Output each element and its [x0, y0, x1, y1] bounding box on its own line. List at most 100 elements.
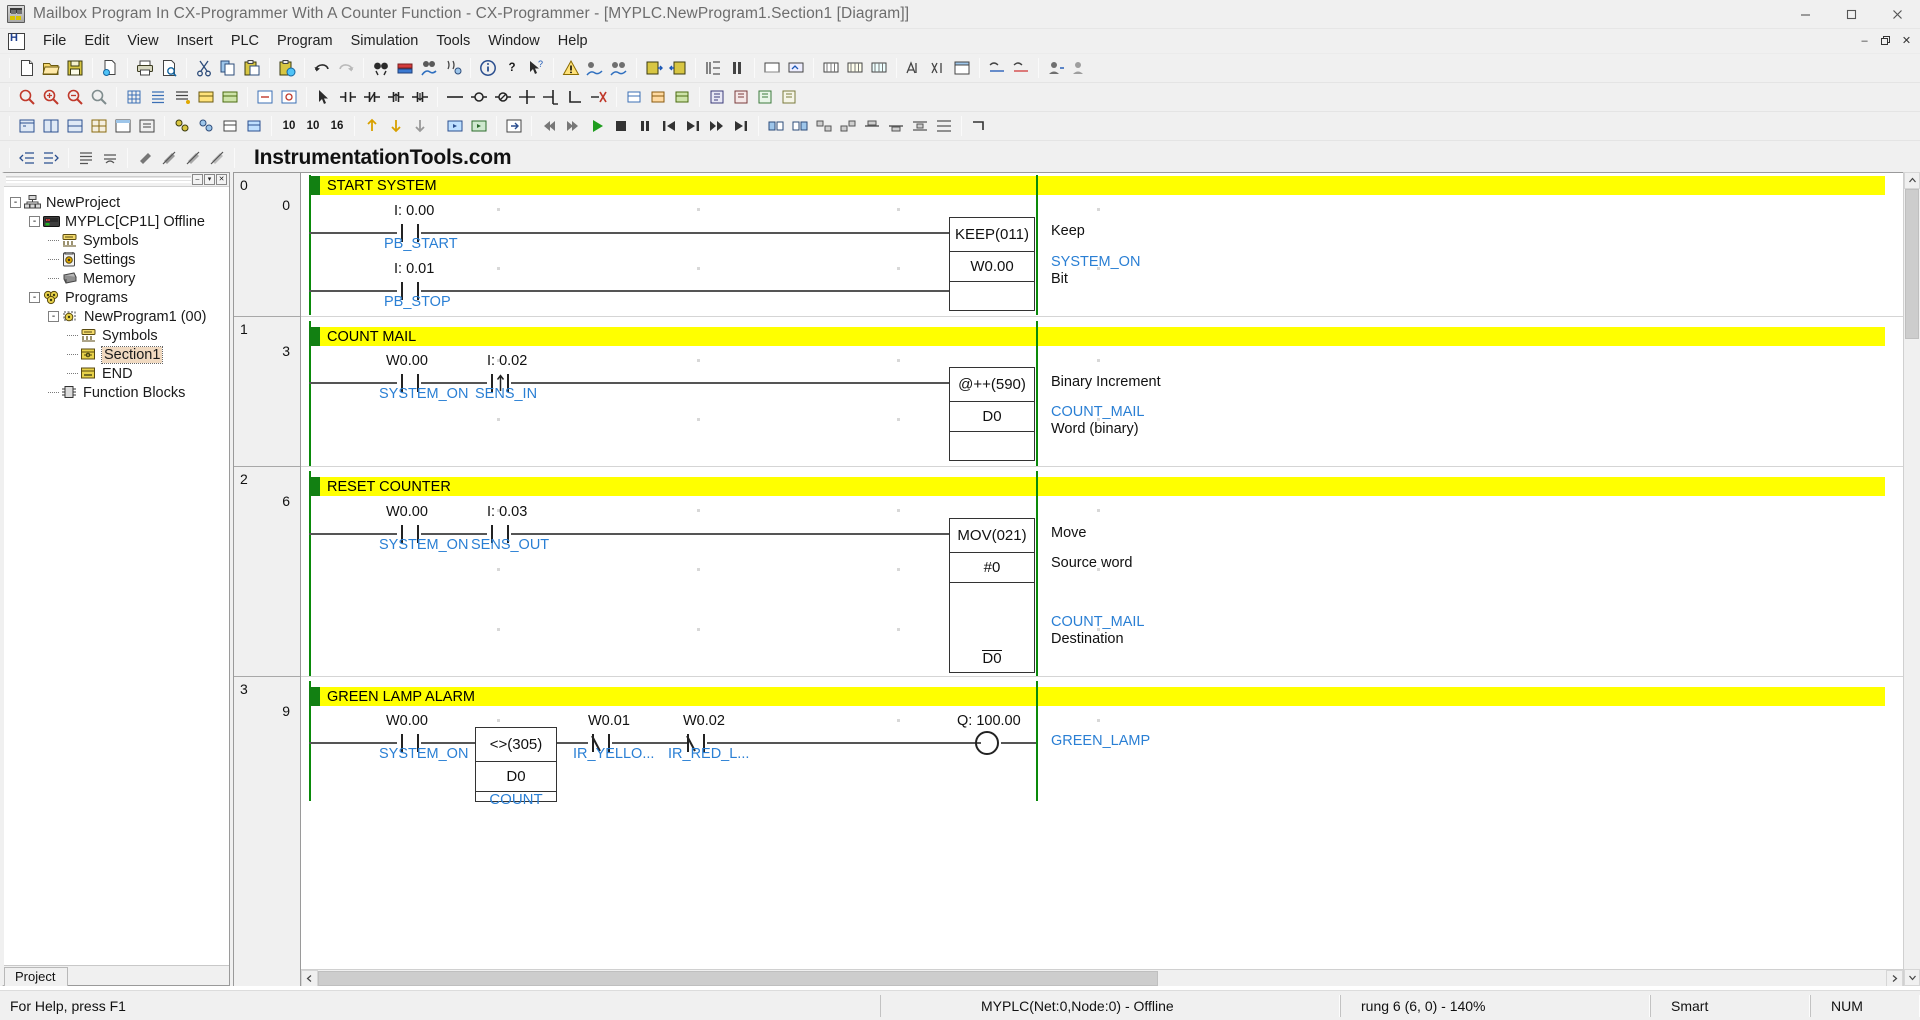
- menu-item-plc[interactable]: PLC: [222, 30, 268, 52]
- align-list-icon[interactable]: [74, 146, 98, 170]
- paste-special-icon[interactable]: [275, 56, 299, 80]
- horizontal-scroll-thumb[interactable]: [318, 970, 1158, 986]
- tree-node-settings[interactable]: Settings: [10, 250, 229, 269]
- menu-item-file[interactable]: File: [34, 30, 75, 52]
- select-icon[interactable]: [312, 85, 336, 109]
- run-icon[interactable]: [585, 114, 609, 138]
- view3-icon[interactable]: [63, 114, 87, 138]
- close-button[interactable]: [1874, 0, 1920, 29]
- dec-icon[interactable]: 10: [277, 114, 301, 138]
- expander-icon[interactable]: -: [29, 216, 40, 227]
- fb4-icon[interactable]: [777, 85, 801, 109]
- rung-comment-bar[interactable]: COUNT MAIL: [309, 327, 1885, 346]
- tree-node-newprogram1[interactable]: - NewProgram1 (00): [10, 307, 229, 326]
- ladder-canvas[interactable]: START SYSTEM I: 0.00 PB_START I: 0.01 PB…: [301, 172, 1903, 986]
- monitor2-icon[interactable]: [784, 56, 808, 80]
- list2-icon[interactable]: [170, 85, 194, 109]
- rung-comment-bar[interactable]: RESET COUNTER: [309, 477, 1885, 496]
- tab-project[interactable]: Project: [4, 967, 69, 986]
- vline2-icon[interactable]: [539, 85, 563, 109]
- prop3-icon[interactable]: [218, 114, 242, 138]
- menu-item-edit[interactable]: Edit: [75, 30, 118, 52]
- vertical-scroll-track[interactable]: [1904, 189, 1920, 969]
- tree-node-newproject[interactable]: - NewProject: [10, 193, 229, 212]
- mdi-minimize-button[interactable]: –: [1855, 31, 1874, 50]
- menu-item-program[interactable]: Program: [268, 30, 342, 52]
- menu-item-view[interactable]: View: [118, 30, 167, 52]
- corner-icon[interactable]: [563, 85, 587, 109]
- view4-icon[interactable]: [87, 114, 111, 138]
- hexa-icon[interactable]: 10: [301, 114, 325, 138]
- pause2-icon[interactable]: [633, 114, 657, 138]
- sim2-icon[interactable]: [467, 114, 491, 138]
- redo-icon[interactable]: [334, 56, 358, 80]
- info-icon[interactable]: [476, 56, 500, 80]
- zoom-fit-icon[interactable]: [87, 85, 111, 109]
- fb3-icon[interactable]: [753, 85, 777, 109]
- block1-icon[interactable]: [622, 85, 646, 109]
- fb1-icon[interactable]: [705, 85, 729, 109]
- horizontal-scrollbar[interactable]: [301, 969, 1903, 986]
- pin4-icon[interactable]: [205, 146, 229, 170]
- prop1-icon[interactable]: [170, 114, 194, 138]
- list-icon[interactable]: [146, 85, 170, 109]
- expander-icon[interactable]: -: [48, 311, 59, 322]
- online-sim-icon[interactable]: [607, 56, 631, 80]
- rung-comment-bar[interactable]: GREEN LAMP ALARM: [309, 687, 1885, 706]
- expander-icon[interactable]: -: [29, 292, 40, 303]
- minimize-button[interactable]: [1782, 0, 1828, 29]
- prev-icon[interactable]: [657, 114, 681, 138]
- user-icon[interactable]: [1044, 56, 1068, 80]
- rung-comment-bar[interactable]: START SYSTEM: [309, 176, 1885, 195]
- grid-icon[interactable]: [122, 85, 146, 109]
- contact-nc-icon[interactable]: [360, 85, 384, 109]
- vertical-scrollbar[interactable]: [1903, 172, 1920, 986]
- new-icon[interactable]: [15, 56, 39, 80]
- hline-icon[interactable]: [443, 85, 467, 109]
- corner2-icon[interactable]: [967, 114, 991, 138]
- panel-close-button[interactable]: ✕: [216, 174, 227, 185]
- pin-icon[interactable]: [133, 146, 157, 170]
- view6-icon[interactable]: [135, 114, 159, 138]
- view2-icon[interactable]: [39, 114, 63, 138]
- symbol-icon[interactable]: [194, 85, 218, 109]
- monitor-icon[interactable]: [760, 56, 784, 80]
- transfer-from-plc-icon[interactable]: [666, 56, 690, 80]
- view5-icon[interactable]: [111, 114, 135, 138]
- contact-down-icon[interactable]: [408, 85, 432, 109]
- print-preview-icon[interactable]: [157, 56, 181, 80]
- rewind-icon[interactable]: [537, 114, 561, 138]
- watch-icon[interactable]: [985, 56, 1009, 80]
- rung2-icon[interactable]: [277, 85, 301, 109]
- align7-icon[interactable]: [908, 114, 932, 138]
- maximize-button[interactable]: [1828, 0, 1874, 29]
- tree-node-symbols-program[interactable]: Symbols: [10, 326, 229, 345]
- panel-drag-handle[interactable]: [6, 176, 191, 183]
- cross-ref-icon[interactable]: [926, 56, 950, 80]
- print-report-icon[interactable]: [98, 56, 122, 80]
- instruction-block-move[interactable]: MOV(021) #0 D0: [949, 518, 1035, 673]
- align3-icon[interactable]: [812, 114, 836, 138]
- vertical-scroll-thumb[interactable]: [1905, 189, 1919, 339]
- cut-icon[interactable]: [192, 56, 216, 80]
- end-icon[interactable]: [729, 114, 753, 138]
- menu-item-window[interactable]: Window: [479, 30, 549, 52]
- help-arrow-icon[interactable]: ?: [524, 56, 548, 80]
- align-list2-icon[interactable]: [98, 146, 122, 170]
- instruction-block-compare[interactable]: <>(305) D0 COUNT: [475, 727, 557, 806]
- step-over-icon[interactable]: [502, 114, 526, 138]
- scroll-up-button[interactable]: [1904, 172, 1920, 189]
- block2-icon[interactable]: [646, 85, 670, 109]
- paste-icon[interactable]: [240, 56, 264, 80]
- pin2-icon[interactable]: [157, 146, 181, 170]
- help-context-icon[interactable]: ?: [500, 56, 524, 80]
- menu-item-simulation[interactable]: Simulation: [342, 30, 428, 52]
- zoom-in-icon[interactable]: [39, 85, 63, 109]
- step-icon[interactable]: [701, 56, 725, 80]
- fb2-icon[interactable]: [729, 85, 753, 109]
- scroll-left-button[interactable]: [301, 969, 318, 986]
- save-icon[interactable]: [63, 56, 87, 80]
- mdi-close-button[interactable]: ✕: [1897, 31, 1916, 50]
- instruction-block-keep[interactable]: KEEP(011) W0.00: [949, 217, 1035, 311]
- replace-icon[interactable]: [393, 56, 417, 80]
